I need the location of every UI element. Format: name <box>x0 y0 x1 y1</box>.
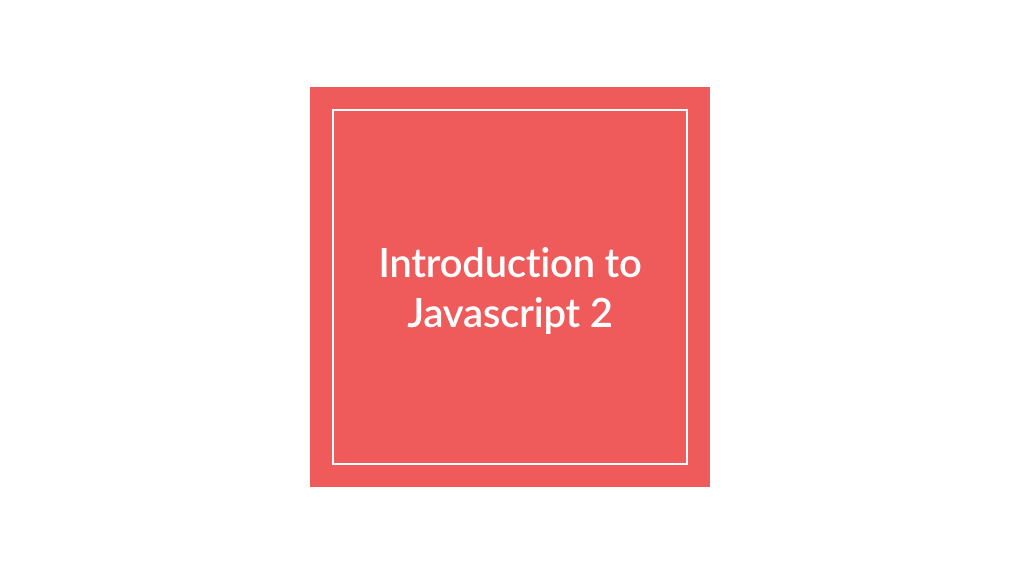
slide-title: Introduction to Javascript 2 <box>352 237 668 337</box>
title-card: Introduction to Javascript 2 <box>310 87 710 487</box>
inner-border: Introduction to Javascript 2 <box>332 109 688 465</box>
